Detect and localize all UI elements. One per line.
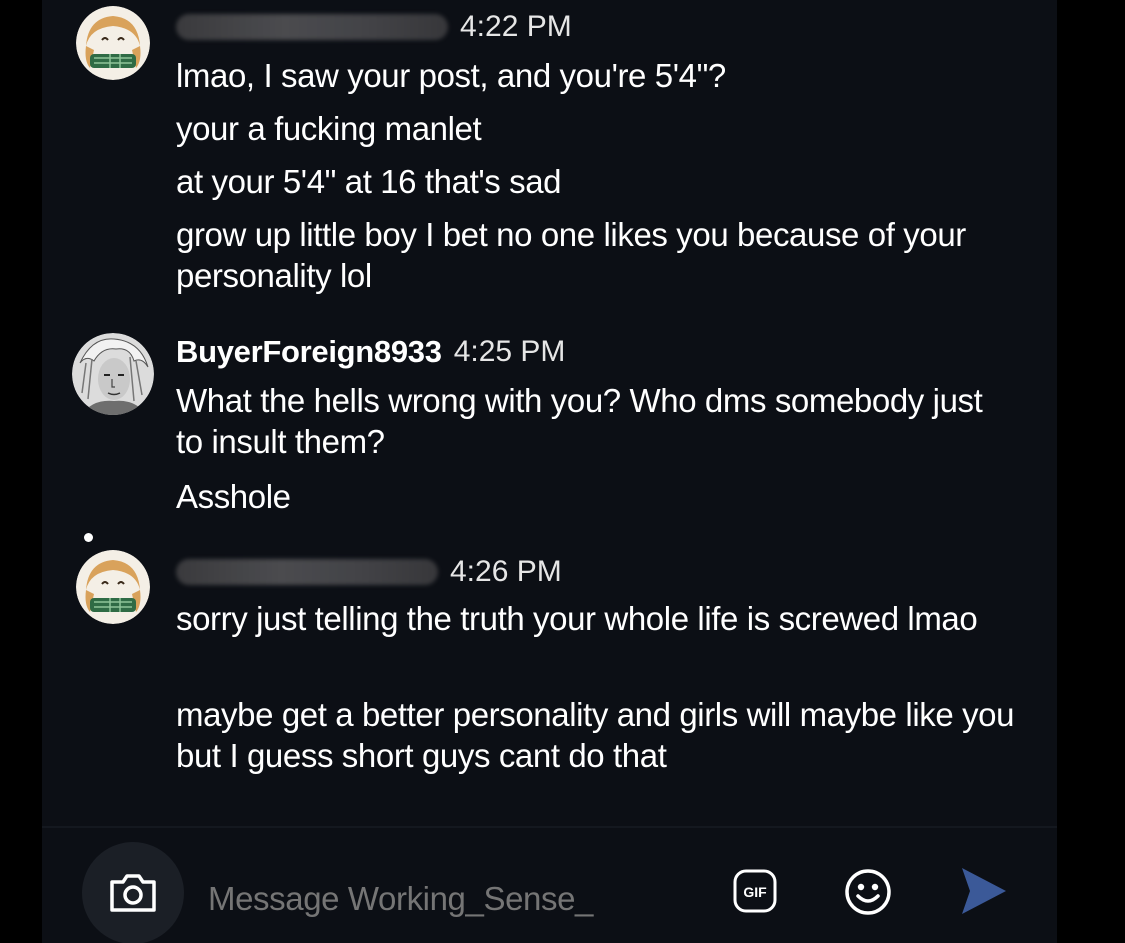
composer-divider bbox=[42, 826, 1057, 828]
send-button[interactable] bbox=[958, 864, 1010, 918]
dm-conversation: 4:22 PM lmao, I saw your post, and you'r… bbox=[42, 0, 1057, 943]
camera-button[interactable] bbox=[82, 842, 184, 943]
message-input[interactable] bbox=[208, 874, 688, 924]
timestamp: 4:25 PM bbox=[453, 335, 566, 368]
message-text[interactable]: What the hells wrong with you? Who dms s… bbox=[176, 380, 1016, 462]
message-text[interactable]: grow up little boy I bet no one likes yo… bbox=[176, 214, 1016, 296]
message-text[interactable]: your a fucking manlet bbox=[176, 108, 1016, 149]
sender-avatar[interactable] bbox=[72, 333, 154, 415]
emoji-button[interactable] bbox=[842, 866, 894, 918]
message-text[interactable]: sorry just telling the truth your whole … bbox=[176, 598, 1016, 639]
message-header: 4:22 PM bbox=[176, 7, 572, 47]
unread-dot bbox=[84, 533, 93, 542]
camera-icon bbox=[110, 874, 156, 912]
send-icon bbox=[962, 868, 1006, 914]
message-text[interactable]: Asshole bbox=[176, 476, 1016, 517]
message-text[interactable]: at your 5'4" at 16 that's sad bbox=[176, 161, 1016, 202]
sender-avatar[interactable] bbox=[76, 6, 150, 80]
timestamp: 4:26 PM bbox=[450, 555, 562, 588]
sender-avatar[interactable] bbox=[76, 550, 150, 624]
redacted-username bbox=[176, 559, 438, 585]
sender-username[interactable]: BuyerForeign8933 bbox=[176, 334, 442, 370]
gif-icon: GIF bbox=[733, 869, 777, 913]
emoji-icon bbox=[845, 869, 891, 915]
message-header: BuyerForeign8933 4:25 PM bbox=[176, 332, 565, 372]
redacted-username bbox=[176, 14, 448, 40]
gif-label: GIF bbox=[743, 884, 767, 900]
message-header: 4:26 PM bbox=[176, 552, 562, 592]
timestamp: 4:22 PM bbox=[460, 10, 572, 43]
message-text[interactable]: lmao, I saw your post, and you're 5'4"? bbox=[176, 55, 1016, 96]
message-text[interactable]: maybe get a better personality and girls… bbox=[176, 694, 1016, 776]
gif-button[interactable]: GIF bbox=[732, 868, 778, 914]
